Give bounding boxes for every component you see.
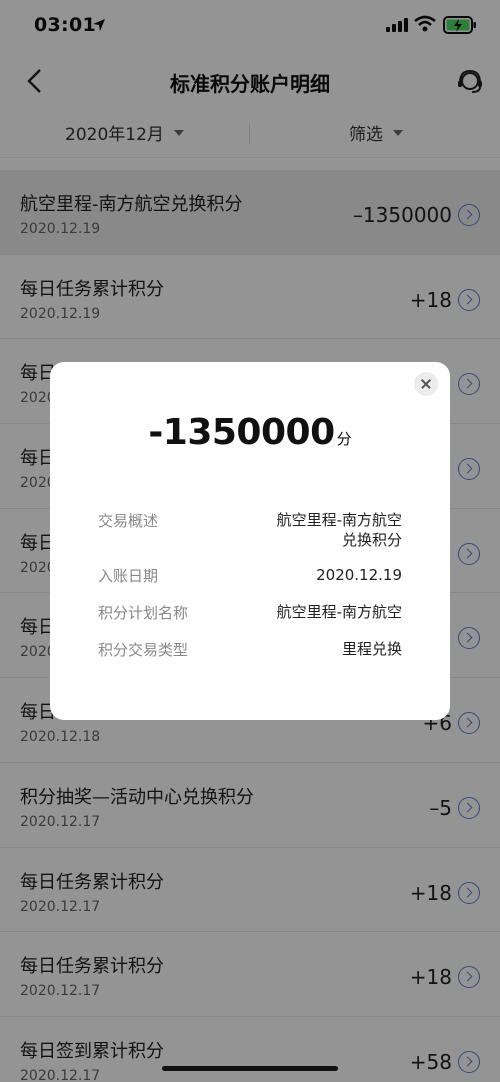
- detail-label: 交易概述: [98, 512, 159, 530]
- home-indicator: [162, 1066, 338, 1071]
- transaction-detail-modal: -1350000 分 交易概述 航空里程-南方航空兑换积分 入账日期 2020.1…: [50, 362, 450, 720]
- modal-amount-unit: 分: [336, 430, 352, 448]
- detail-value: 里程兑换: [341, 640, 402, 658]
- detail-value: 2020.12.19: [316, 566, 402, 584]
- detail-row-summary: 交易概述 航空里程-南方航空兑换积分: [98, 510, 402, 550]
- detail-value: 航空里程-南方航空: [276, 603, 402, 621]
- detail-value: 航空里程-南方航空兑换积分: [276, 511, 402, 549]
- detail-label: 积分交易类型: [98, 641, 189, 659]
- modal-amount-value: -1350000: [148, 412, 335, 453]
- detail-label: 积分计划名称: [98, 604, 189, 622]
- close-icon[interactable]: [414, 372, 438, 396]
- modal-amount: -1350000 分: [50, 412, 450, 453]
- detail-label: 入账日期: [98, 567, 159, 585]
